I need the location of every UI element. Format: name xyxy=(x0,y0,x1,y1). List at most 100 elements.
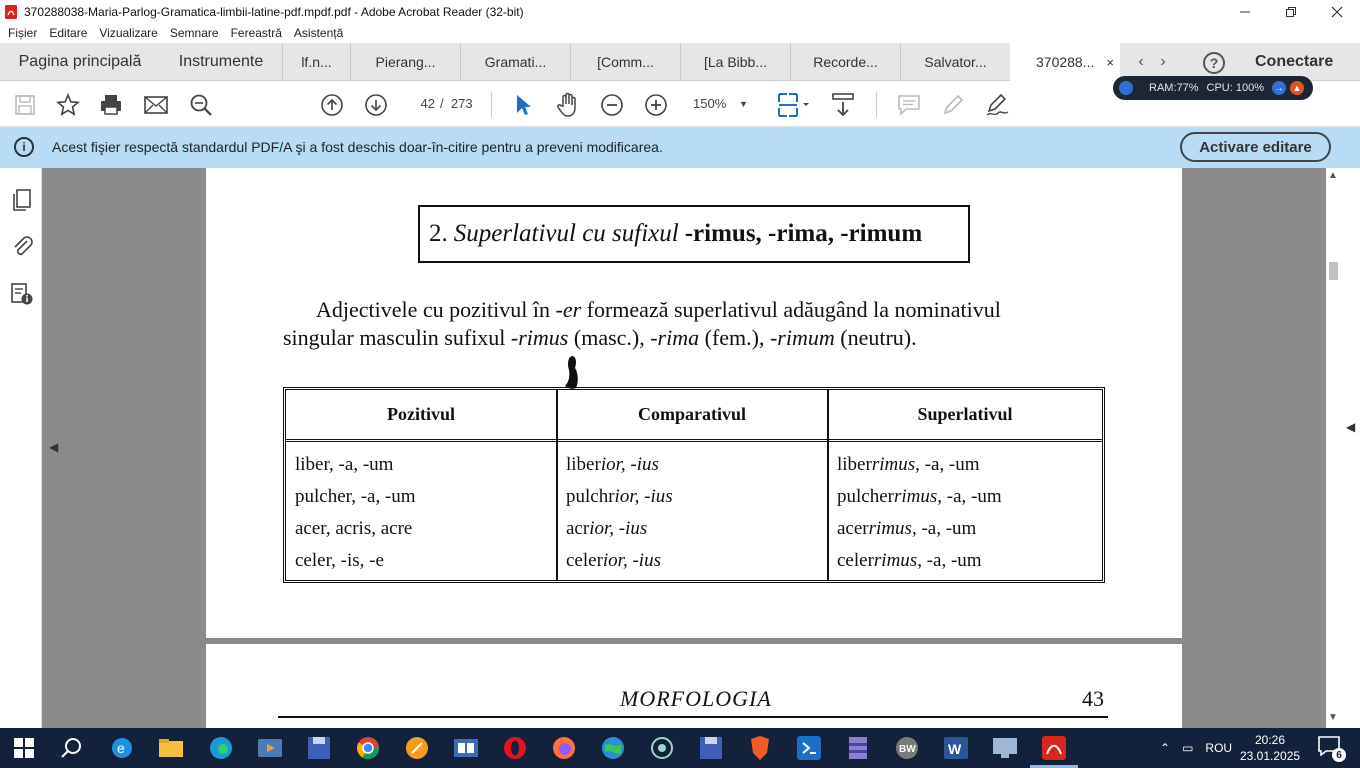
scroll-up-icon[interactable]: ▲ xyxy=(1328,170,1338,181)
email-icon[interactable] xyxy=(143,92,169,118)
scrollbar-thumb[interactable] xyxy=(1329,262,1338,280)
hand-tool-icon[interactable] xyxy=(555,92,581,118)
comment-icon[interactable] xyxy=(896,92,922,118)
scroll-down-icon[interactable]: ▼ xyxy=(1328,712,1338,723)
svg-text:e: e xyxy=(117,740,125,756)
chrome-browser-icon[interactable] xyxy=(354,734,382,762)
previous-page-icon[interactable] xyxy=(319,92,345,118)
read-only-banner: i Acest fişier respectă standardul PDF/A… xyxy=(0,127,1360,168)
system-monitor-widget[interactable]: RAM:77% CPU: 100% → ▲ xyxy=(1113,76,1313,100)
table-cell-comparative: liberior, -ius xyxy=(566,454,659,476)
media-player-icon[interactable] xyxy=(256,734,284,762)
left-panel-collapse[interactable]: ◀ xyxy=(42,168,64,728)
brave-browser-icon[interactable] xyxy=(746,734,774,762)
help-icon[interactable]: ? xyxy=(1203,52,1225,74)
document-tab-active[interactable]: 370288... × xyxy=(1010,43,1120,81)
notification-center-icon[interactable]: 6 xyxy=(1318,736,1346,762)
sign-pen-icon[interactable] xyxy=(984,92,1010,118)
menu-view[interactable]: Vizualizare xyxy=(99,26,157,40)
heading-number: 2. xyxy=(429,220,448,247)
close-window-button[interactable] xyxy=(1314,0,1360,23)
menu-sign[interactable]: Semnare xyxy=(170,26,219,40)
acrobat-taskbar-icon[interactable] xyxy=(1040,734,1068,762)
scroll-mode-icon[interactable] xyxy=(830,92,856,118)
table-cell-superlative: celerrimus, -a, -um xyxy=(837,550,982,572)
tab-tools[interactable]: Instrumente xyxy=(160,43,282,81)
page-thumbnails-icon[interactable] xyxy=(10,188,34,212)
bw-app-icon[interactable]: BW xyxy=(893,734,921,762)
header-superlative: Superlativul xyxy=(917,404,1013,424)
print-icon[interactable] xyxy=(98,92,124,118)
firefox-browser-icon[interactable] xyxy=(550,734,578,762)
floppy-app-icon[interactable] xyxy=(305,734,333,762)
clock[interactable]: 20:26 23.01.2025 xyxy=(1240,732,1300,764)
archive-app-icon[interactable] xyxy=(844,734,872,762)
minimize-button[interactable] xyxy=(1222,0,1268,23)
select-cursor-icon[interactable] xyxy=(510,92,536,118)
highlight-pen-icon[interactable] xyxy=(940,92,966,118)
save-icon[interactable] xyxy=(12,92,38,118)
search-icon[interactable] xyxy=(58,734,86,762)
restore-button[interactable] xyxy=(1268,0,1314,23)
globe-app-icon[interactable] xyxy=(599,734,627,762)
tab-scroll-right-icon[interactable]: › xyxy=(1152,53,1174,71)
suffix: ior, -ius xyxy=(602,550,661,571)
document-tab[interactable]: Salvator... xyxy=(900,43,1010,81)
attachments-paperclip-icon[interactable] xyxy=(10,234,34,258)
pdf-viewer[interactable]: 2. Superlativul cu sufixul -rimus, -rima… xyxy=(64,168,1326,728)
document-tab[interactable]: [La Bibb... xyxy=(680,43,790,81)
document-properties-icon[interactable] xyxy=(10,282,34,306)
page-fit-icon[interactable] xyxy=(776,92,812,118)
bookmark-star-icon[interactable] xyxy=(55,92,81,118)
document-tab[interactable]: lf.n... xyxy=(282,43,350,81)
document-tab[interactable]: [Comm... xyxy=(570,43,680,81)
battery-icon[interactable]: ▭ xyxy=(1182,741,1193,755)
stem: acer xyxy=(837,518,869,539)
zoom-level-select[interactable]: 150% ▼ xyxy=(693,92,753,116)
floppy-app-icon-2[interactable] xyxy=(697,734,725,762)
orange-app-icon[interactable] xyxy=(403,734,431,762)
edge-browser-icon[interactable] xyxy=(207,734,235,762)
document-tab[interactable]: Recorde... xyxy=(790,43,900,81)
close-tab-icon[interactable]: × xyxy=(1106,55,1114,70)
chevron-up-icon[interactable]: ⌃ xyxy=(1160,741,1170,755)
title-bar: 370288038-Maria-Parlog-Gramatica-limbii-… xyxy=(0,0,1360,23)
file-explorer-icon[interactable] xyxy=(157,734,185,762)
language-indicator[interactable]: ROU xyxy=(1205,741,1232,755)
document-tab-label: [La Bibb... xyxy=(703,54,768,70)
menu-file[interactable]: Fișier xyxy=(8,26,37,40)
tab-scroll-left-icon[interactable]: ‹ xyxy=(1130,53,1152,71)
reader-app-icon[interactable] xyxy=(452,734,480,762)
gear-app-icon[interactable] xyxy=(648,734,676,762)
page-total-value: 273 xyxy=(450,96,473,111)
word-app-icon[interactable]: W xyxy=(942,734,970,762)
zoom-in-icon[interactable] xyxy=(643,92,669,118)
enable-editing-button[interactable]: Activare editare xyxy=(1180,132,1331,162)
opera-browser-icon[interactable] xyxy=(501,734,529,762)
stem: pulcher xyxy=(837,486,894,507)
text-run-italic: -rimus xyxy=(510,325,569,350)
vertical-scrollbar[interactable]: ▲ ▼ xyxy=(1326,168,1340,728)
menu-edit[interactable]: Editare xyxy=(49,26,87,40)
remote-desktop-icon[interactable] xyxy=(991,734,1019,762)
ending: , -a, -um xyxy=(937,486,1002,507)
adjective-table: Pozitivul Comparativul Superlativul libe… xyxy=(283,387,1105,583)
svg-text:W: W xyxy=(948,741,962,757)
document-tab[interactable]: Pierang... xyxy=(350,43,460,81)
page-number-input[interactable]: 42 xyxy=(405,92,435,116)
menu-help[interactable]: Asistență xyxy=(294,26,343,40)
expand-right-panel-icon[interactable]: ◀ xyxy=(1346,420,1355,434)
windows-start-icon[interactable] xyxy=(10,734,38,762)
menu-window[interactable]: Fereastră xyxy=(231,26,282,40)
search-zoom-icon[interactable] xyxy=(188,92,214,118)
internet-explorer-icon[interactable]: e xyxy=(108,734,136,762)
warning-icon: ▲ xyxy=(1290,81,1305,95)
collapse-left-icon[interactable]: ◀ xyxy=(49,440,58,454)
zoom-out-icon[interactable] xyxy=(599,92,625,118)
code-editor-icon[interactable] xyxy=(795,734,823,762)
table-cell-positive: acer, acris, acre xyxy=(295,518,413,539)
document-tab[interactable]: Gramati... xyxy=(460,43,570,81)
tab-home[interactable]: Pagina principală xyxy=(0,43,160,81)
next-page-icon[interactable] xyxy=(363,92,389,118)
right-panel-expand[interactable]: ◀ xyxy=(1340,168,1360,728)
